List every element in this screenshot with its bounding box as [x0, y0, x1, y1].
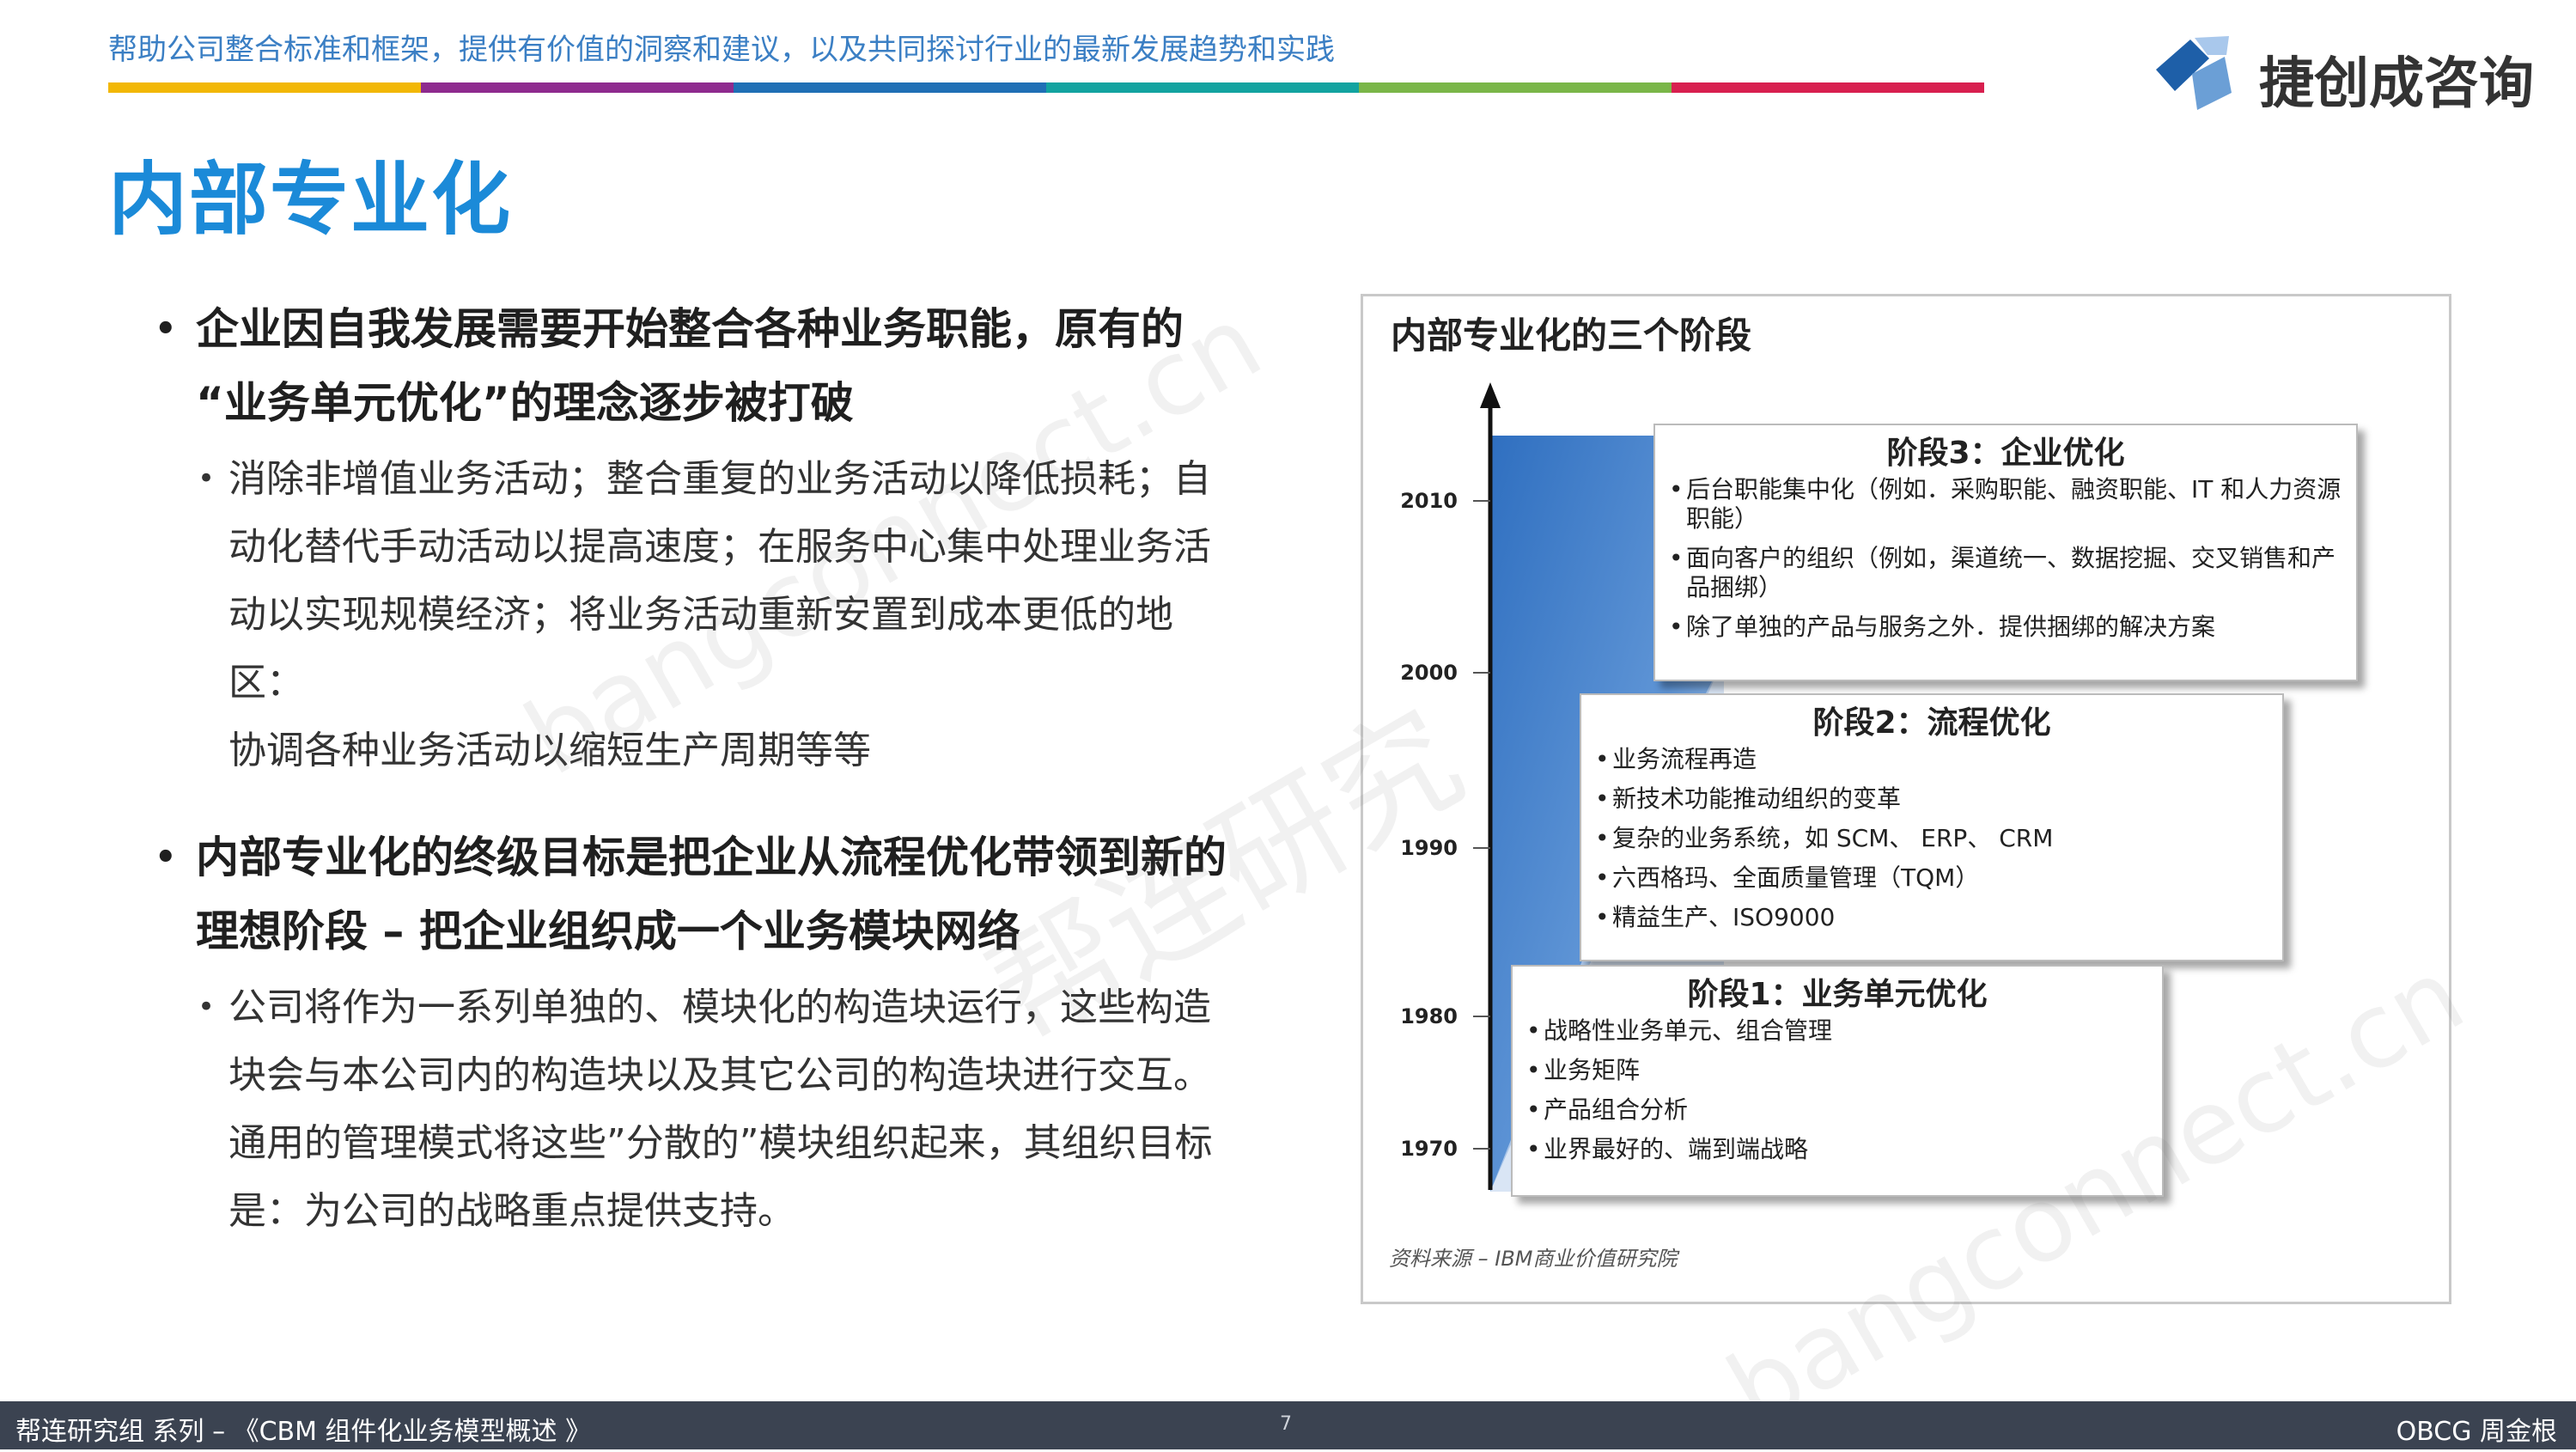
bullet-line: 块会与本公司内的构造块以及其它公司的构造块进行交互。	[228, 1053, 1211, 1097]
stage-item-text: 业务矩阵	[1544, 1056, 1641, 1084]
page-number: 7	[1280, 1413, 1292, 1435]
color-bar-segment	[734, 82, 1046, 93]
bullet-dot-icon: •	[1595, 863, 1610, 892]
bullet-dot-icon: •	[155, 838, 177, 877]
bullet-dot-icon: •	[155, 309, 177, 349]
header-tagline: 帮助公司整合标准和框架，提供有价值的洞察和建议，以及共同探讨行业的最新发展趋势和…	[108, 33, 1335, 67]
bullet-line: 动以实现规模经济；将业务活动重新安置到成本更低的地区：	[228, 593, 1173, 705]
bullet-dot-icon: •	[1669, 613, 1684, 641]
footer-bar: 帮连研究组 系列 – 《CBM 组件化业务模型概述 》 7 OBCG 周金根	[0, 1401, 2576, 1449]
stage-item-text: 精益生产、ISO9000	[1612, 903, 1836, 931]
stage-item-text: 除了单独的产品与服务之外．提供捆绑的解决方案	[1686, 613, 2216, 641]
figure-source: 资料来源 – IBM商业价值研究院	[1389, 1247, 1678, 1271]
company-logo: 捷创成咨询	[2147, 31, 2576, 117]
footer-series-title: 帮连研究组 系列 – 《CBM 组件化业务模型概述 》	[15, 1417, 592, 1447]
bullet-level1: • 内部专业化的终级目标是把企业从流程优化带领到新的 理想阶段 – 把企业组织成…	[155, 821, 1237, 968]
year-label: 1970	[1400, 1137, 1458, 1161]
color-bar-segment	[1672, 82, 1984, 93]
stage-item: • 新技术功能推动组织的变革	[1595, 784, 2268, 814]
stages-figure: 内部专业化的三个阶段 2010 2000 1990 1980 1970 阶段3：…	[1361, 294, 2451, 1304]
stage-item: • 战略性业务单元、组合管理	[1526, 1016, 2148, 1046]
bullet-dot-icon: •	[1526, 1056, 1541, 1084]
color-bar-segment	[108, 82, 421, 93]
stage-title: 阶段2：流程优化	[1812, 705, 2051, 741]
stage-item: • 除了单独的产品与服务之外．提供捆绑的解决方案	[1669, 613, 2342, 642]
year-label: 2000	[1400, 661, 1458, 685]
bullet-dot-icon: •	[198, 990, 216, 1024]
bullet-line: 消除非增值业务活动；整合重复的业务活动以降低损耗；自	[228, 457, 1211, 501]
stage-item-text: 业务流程再造	[1612, 745, 1757, 773]
bullet-line: 动化替代手动活动以提高速度；在服务中心集中处理业务活	[228, 525, 1211, 569]
stage-item-text: 面向客户的组织（例如，渠道统一、数据挖掘、交叉销售和产品捆绑）	[1686, 544, 2336, 601]
stage-1-box: 阶段1：业务单元优化 • 战略性业务单元、组合管理 • 业务矩阵 • 产品组合分析 •…	[1511, 965, 2164, 1197]
bullet-dot-icon: •	[1595, 745, 1610, 773]
page-title: 内部专业化	[108, 154, 513, 246]
bullet-level2: • 消除非增值业务活动；整合重复的业务活动以降低损耗；自 动化替代手动活动以提高…	[155, 445, 1237, 784]
stage-title: 阶段1：业务单元优化	[1687, 977, 1988, 1012]
color-bar-segment	[1359, 82, 1672, 93]
stage-item-text: 六西格玛、全面质量管理（TQM）	[1612, 863, 1980, 892]
bullet-level2: • 公司将作为一系列单独的、模块化的构造块运行，这些构造 块会与本公司内的构造块…	[155, 973, 1237, 1245]
bullet-level1: • 企业因自我发展需要开始整合各种业务职能，原有的 “业务单元优化”的理念逐步被…	[155, 292, 1237, 440]
stage-3-box: 阶段3：企业优化 • 后台职能集中化（例如．采购职能、融资职能、IT 和人力资源职…	[1653, 424, 2358, 681]
bullet-line: “业务单元优化”的理念逐步被打破	[196, 378, 854, 428]
logo-cube-icon	[2156, 36, 2232, 110]
stage-item: • 业务矩阵	[1526, 1056, 2148, 1085]
bullet-line: 公司将作为一系列单独的、模块化的构造块运行，这些构造	[228, 985, 1211, 1029]
bullet-dot-icon: •	[1669, 544, 1684, 572]
bullet-line: 通用的管理模式将这些”分散的”模块组织起来，其组织目标	[228, 1121, 1213, 1165]
logo-text: 捷创成咨询	[2259, 52, 2534, 116]
year-label: 2010	[1400, 489, 1458, 513]
stage-item-text: 业界最好的、端到端战略	[1544, 1135, 1809, 1163]
bullet-list: • 企业因自我发展需要开始整合各种业务职能，原有的 “业务单元优化”的理念逐步被…	[155, 292, 1237, 1245]
timeline-arrow-icon	[1480, 382, 1501, 408]
stage-item-text: 后台职能集中化（例如．采购职能、融资职能、IT 和人力资源职能）	[1686, 475, 2342, 533]
stage-item: • 精益生产、ISO9000	[1595, 903, 2268, 932]
stage-item: • 产品组合分析	[1526, 1095, 2148, 1125]
bullet-dot-icon: •	[1595, 784, 1610, 813]
header-color-bar	[108, 82, 1984, 93]
color-bar-segment	[1046, 82, 1359, 93]
footer-author: OBCG 周金根	[2396, 1417, 2557, 1447]
bullet-dot-icon: •	[1595, 824, 1610, 852]
bullet-dot-icon: •	[1526, 1135, 1541, 1163]
stage-item-text: 复杂的业务系统，如 SCM、 ERP、 CRM	[1612, 824, 2054, 852]
stage-item-text: 战略性业务单元、组合管理	[1544, 1016, 1833, 1045]
stage-item: • 复杂的业务系统，如 SCM、 ERP、 CRM	[1595, 824, 2268, 853]
color-bar-segment	[421, 82, 734, 93]
bullet-line: 理想阶段 – 把企业组织成一个业务模块网络	[196, 906, 1020, 956]
stage-item: • 业务流程再造	[1595, 745, 2268, 774]
stage-2-box: 阶段2：流程优化 • 业务流程再造 • 新技术功能推动组织的变革 • 复杂的业务系统，…	[1580, 693, 2284, 961]
stage-item: • 面向客户的组织（例如，渠道统一、数据挖掘、交叉销售和产品捆绑）	[1669, 544, 2342, 602]
bullet-line: 内部专业化的终级目标是把企业从流程优化带领到新的	[196, 833, 1227, 882]
bullet-line: 企业因自我发展需要开始整合各种业务职能，原有的	[196, 304, 1184, 354]
year-label: 1980	[1400, 1004, 1458, 1028]
bullet-dot-icon: •	[1595, 903, 1610, 931]
stage-title: 阶段3：企业优化	[1886, 436, 2125, 471]
stage-item: • 业界最好的、端到端战略	[1526, 1135, 2148, 1164]
bullet-line: 协调各种业务活动以缩短生产周期等等	[228, 729, 871, 772]
bullet-dot-icon: •	[1669, 475, 1684, 503]
year-label: 1990	[1400, 836, 1458, 860]
bullet-dot-icon: •	[1526, 1095, 1541, 1124]
stage-item: • 六西格玛、全面质量管理（TQM）	[1595, 863, 2268, 893]
stage-item-text: 产品组合分析	[1544, 1095, 1689, 1124]
stage-item-text: 新技术功能推动组织的变革	[1612, 784, 1902, 813]
stage-item: • 后台职能集中化（例如．采购职能、融资职能、IT 和人力资源职能）	[1669, 475, 2342, 534]
bullet-line: 是：为公司的战略重点提供支持。	[228, 1189, 795, 1233]
bullet-dot-icon: •	[1526, 1016, 1541, 1045]
bullet-dot-icon: •	[198, 461, 216, 496]
